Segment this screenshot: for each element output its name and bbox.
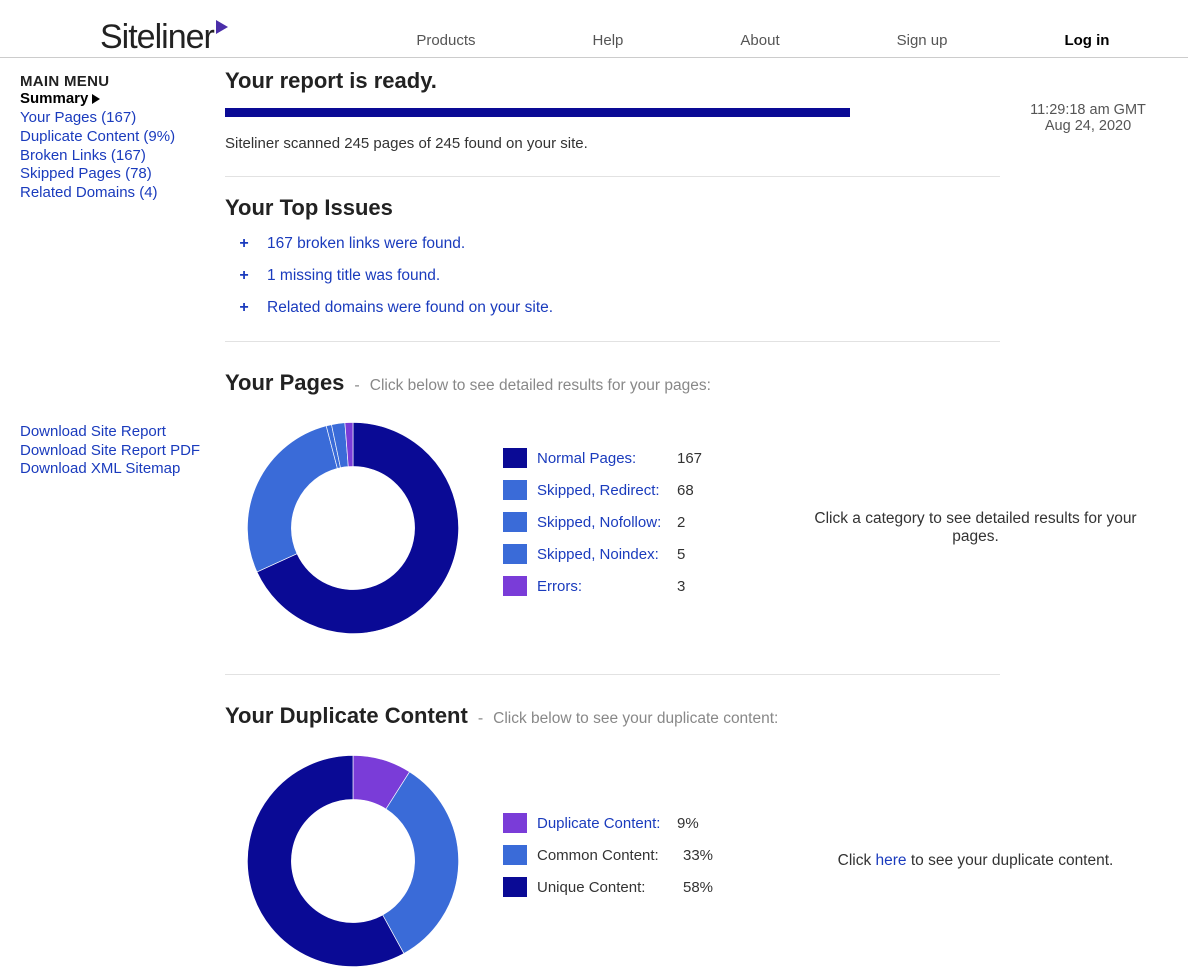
- swatch-icon: [503, 845, 527, 865]
- logo[interactable]: Siteliner: [20, 18, 228, 57]
- legend-value: 2: [677, 514, 685, 531]
- report-title: Your report is ready.: [225, 68, 1008, 94]
- legend-row[interactable]: Errors:3: [503, 576, 763, 596]
- sidebar-item-broken-links[interactable]: Broken Links (167): [20, 147, 225, 166]
- sidebar-item-your-pages[interactable]: Your Pages (167): [20, 109, 225, 128]
- sidebar-item-related-domains[interactable]: Related Domains (4): [20, 184, 225, 203]
- timestamp: 11:29:18 am GMT Aug 24, 2020: [1008, 68, 1168, 134]
- swatch-icon: [503, 877, 527, 897]
- issues-title: Your Top Issues: [225, 195, 1168, 221]
- issue-row: + 1 missing title was found.: [237, 267, 1168, 285]
- timestamp-time: 11:29:18 am GMT: [1008, 102, 1168, 118]
- issue-link[interactable]: 1 missing title was found.: [267, 267, 440, 285]
- nav-login[interactable]: Log in: [1064, 32, 1109, 49]
- logo-triangle-icon: [216, 20, 228, 34]
- divider: [225, 674, 1000, 675]
- dup-hint-post: to see your duplicate content.: [907, 852, 1114, 869]
- legend-label: Unique Content:: [537, 879, 683, 896]
- legend-row[interactable]: Skipped, Nofollow:2: [503, 512, 763, 532]
- legend-row[interactable]: Common Content:33%: [503, 845, 763, 865]
- divider: [225, 341, 1000, 342]
- dup-hint-pre: Click: [838, 852, 876, 869]
- nav-signup[interactable]: Sign up: [897, 32, 948, 49]
- issue-row: + Related domains were found on your sit…: [237, 299, 1168, 317]
- top-bar: Siteliner Products Help About Sign up Lo…: [0, 0, 1188, 58]
- legend-label[interactable]: Duplicate Content:: [537, 815, 677, 832]
- swatch-icon: [503, 448, 527, 468]
- nav-help[interactable]: Help: [593, 32, 624, 49]
- legend-label[interactable]: Errors:: [537, 578, 677, 595]
- legend-value: 167: [677, 450, 702, 467]
- dup-donut-chart[interactable]: [243, 751, 463, 971]
- swatch-icon: [503, 544, 527, 564]
- legend-label[interactable]: Skipped, Redirect:: [537, 482, 677, 499]
- timestamp-date: Aug 24, 2020: [1008, 118, 1168, 134]
- sidebar: MAIN MENU Summary Your Pages (167) Dupli…: [20, 68, 225, 971]
- scan-info: Siteliner scanned 245 pages of 245 found…: [225, 135, 1008, 152]
- legend-label[interactable]: Skipped, Noindex:: [537, 546, 677, 563]
- dup-title: Your Duplicate Content: [225, 703, 468, 729]
- expand-icon[interactable]: +: [237, 235, 251, 253]
- issue-link[interactable]: 167 broken links were found.: [267, 235, 465, 253]
- pages-hint: Click a category to see detailed results…: [803, 510, 1168, 546]
- legend-value: 3: [677, 578, 685, 595]
- legend-value: 5: [677, 546, 685, 563]
- nav-about[interactable]: About: [740, 32, 779, 49]
- issues-list: + 167 broken links were found. + 1 missi…: [225, 235, 1168, 317]
- legend-label: Common Content:: [537, 847, 683, 864]
- sidebar-download-xml-sitemap[interactable]: Download XML Sitemap: [20, 460, 225, 479]
- legend-label[interactable]: Skipped, Nofollow:: [537, 514, 677, 531]
- issue-row: + 167 broken links were found.: [237, 235, 1168, 253]
- swatch-icon: [503, 480, 527, 500]
- sidebar-item-skipped-pages[interactable]: Skipped Pages (78): [20, 165, 225, 184]
- legend-value: 58%: [683, 879, 713, 896]
- sidebar-summary-label: Summary: [20, 90, 88, 107]
- dash: -: [478, 710, 483, 728]
- swatch-icon: [503, 576, 527, 596]
- swatch-icon: [503, 813, 527, 833]
- legend-row[interactable]: Normal Pages:167: [503, 448, 763, 468]
- sidebar-summary[interactable]: Summary: [20, 90, 225, 107]
- issue-link[interactable]: Related domains were found on your site.: [267, 299, 553, 317]
- progress-bar: [225, 108, 850, 117]
- pages-legend: Normal Pages:167Skipped, Redirect:68Skip…: [503, 448, 763, 608]
- legend-value: 9%: [677, 815, 699, 832]
- brand-text: Siteliner: [100, 18, 214, 57]
- legend-value: 68: [677, 482, 694, 499]
- expand-icon[interactable]: +: [237, 267, 251, 285]
- dup-hint-link[interactable]: here: [876, 852, 907, 869]
- main-content: Your report is ready. Siteliner scanned …: [225, 68, 1168, 971]
- dash: -: [354, 377, 359, 395]
- pages-donut-chart[interactable]: [243, 418, 463, 638]
- legend-row[interactable]: Duplicate Content:9%: [503, 813, 763, 833]
- sidebar-download-report-pdf[interactable]: Download Site Report PDF: [20, 442, 225, 461]
- dup-subtitle: Click below to see your duplicate conten…: [493, 710, 778, 728]
- sidebar-download-report[interactable]: Download Site Report: [20, 423, 225, 442]
- top-nav: Products Help About Sign up Log in: [228, 32, 1168, 57]
- legend-row[interactable]: Unique Content:58%: [503, 877, 763, 897]
- legend-row[interactable]: Skipped, Redirect:68: [503, 480, 763, 500]
- swatch-icon: [503, 512, 527, 532]
- legend-label[interactable]: Normal Pages:: [537, 450, 677, 467]
- nav-products[interactable]: Products: [416, 32, 475, 49]
- sidebar-item-duplicate-content[interactable]: Duplicate Content (9%): [20, 128, 225, 147]
- legend-row[interactable]: Skipped, Noindex:5: [503, 544, 763, 564]
- expand-icon[interactable]: +: [237, 299, 251, 317]
- pages-title: Your Pages: [225, 370, 344, 396]
- legend-value: 33%: [683, 847, 713, 864]
- sidebar-main-menu: MAIN MENU: [20, 73, 225, 90]
- pages-subtitle: Click below to see detailed results for …: [370, 377, 711, 395]
- divider: [225, 176, 1000, 177]
- caret-right-icon: [92, 94, 100, 104]
- dup-hint: Click here to see your duplicate content…: [803, 852, 1168, 870]
- dup-legend: Duplicate Content:9%Common Content:33%Un…: [503, 813, 763, 909]
